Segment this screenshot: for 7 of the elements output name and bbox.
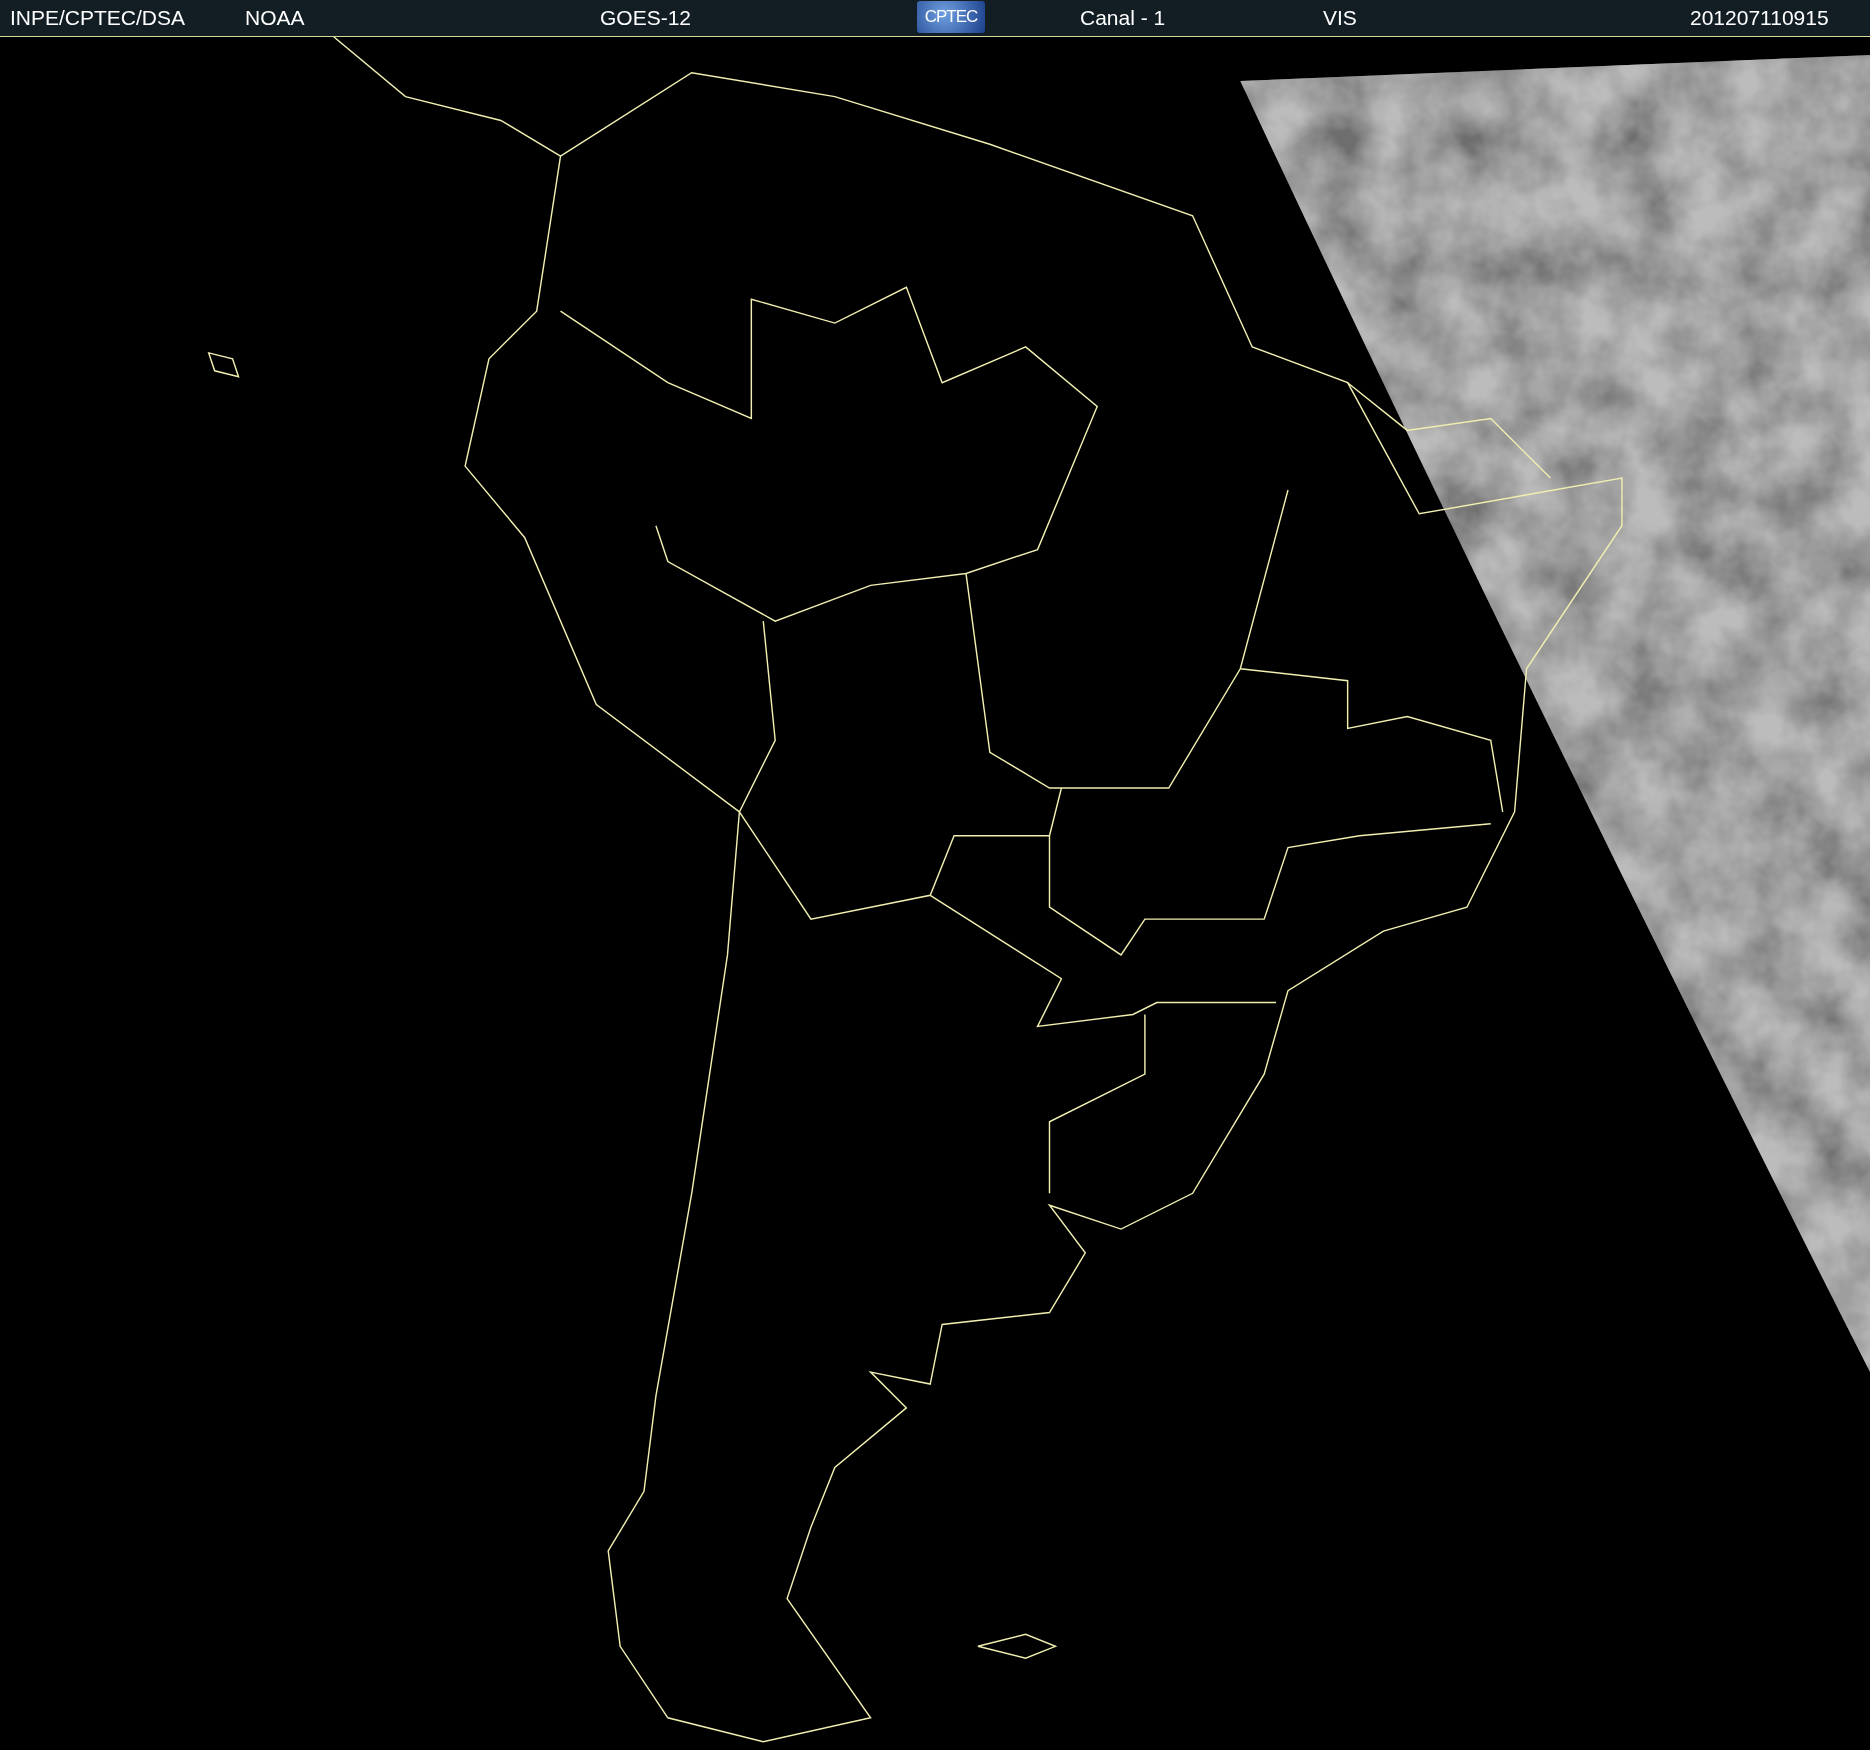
header-label: NOAA <box>245 6 305 30</box>
logo-badge: CPTEC <box>917 1 985 33</box>
header-label: INPE/CPTEC/DSA <box>10 6 186 30</box>
header-label: Canal - 1 <box>1080 6 1166 30</box>
header-label: GOES-12 <box>600 6 692 30</box>
header-label: 201207110915 <box>1690 6 1829 30</box>
header-label: VIS <box>1323 6 1357 30</box>
